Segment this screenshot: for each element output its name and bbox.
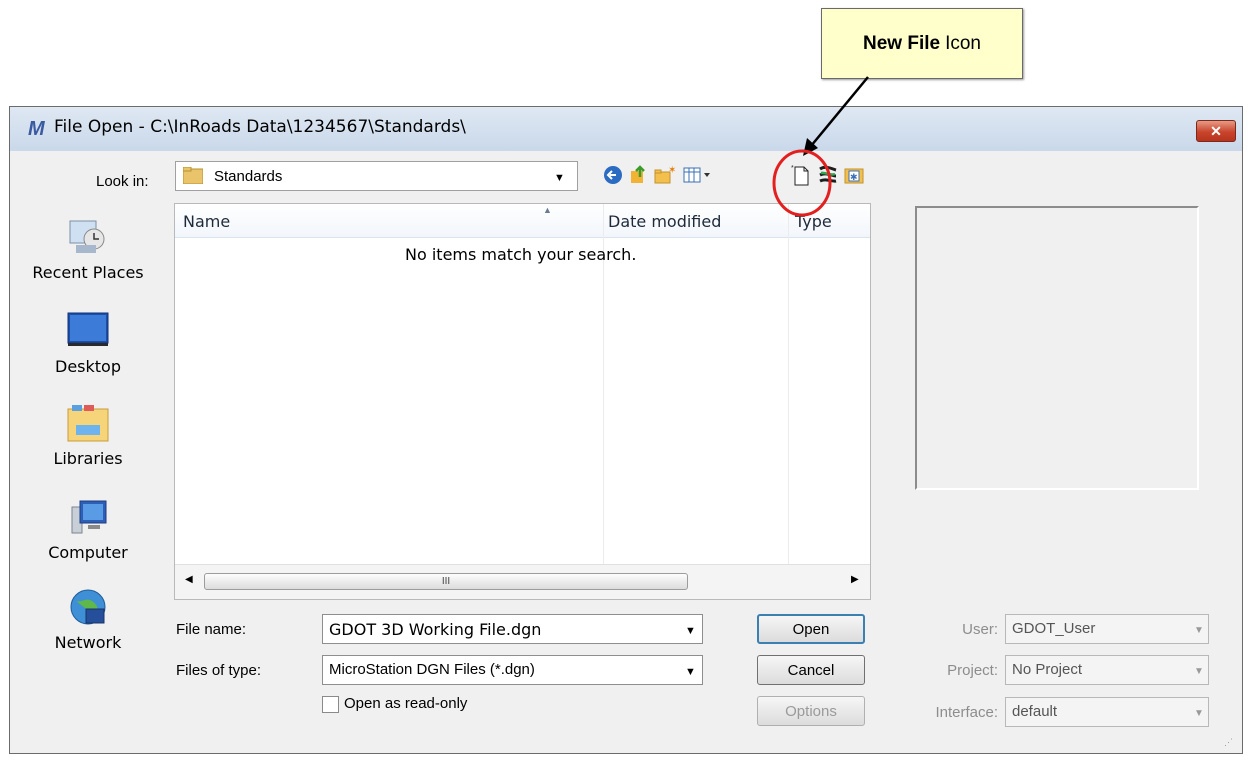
close-button[interactable]: ✕	[1196, 120, 1236, 142]
chevron-down-icon[interactable]: ▼	[1194, 625, 1204, 636]
scroll-left-icon[interactable]: ◀	[185, 574, 193, 585]
place-recent-places[interactable]: Recent Places	[18, 217, 158, 282]
files-of-type-dropdown[interactable]: MicroStation DGN Files (*.dgn) ▼	[322, 655, 703, 685]
chevron-down-icon[interactable]: ▼	[1194, 666, 1204, 677]
project-value: No Project	[1012, 661, 1083, 678]
chevron-down-icon[interactable]: ▼	[1194, 708, 1204, 719]
svg-text:*: *	[791, 165, 794, 172]
cancel-button[interactable]: Cancel	[757, 655, 865, 685]
folder-star-icon[interactable]: ✱	[844, 164, 866, 186]
preview-pane	[915, 206, 1199, 490]
place-label: Desktop	[55, 357, 121, 376]
libraries-icon	[66, 403, 110, 443]
chevron-down-icon[interactable]: ▼	[685, 666, 696, 678]
recent-places-icon	[66, 217, 110, 257]
look-in-label: Look in:	[96, 173, 149, 190]
place-network[interactable]: Network	[18, 587, 158, 652]
microstation-app-icon: M	[28, 118, 45, 140]
place-label: Network	[54, 633, 122, 652]
look-in-value: Standards	[214, 168, 283, 185]
user-value: GDOT_User	[1012, 620, 1096, 637]
file-name-input[interactable]: GDOT 3D Working File.dgn ▼	[322, 614, 703, 644]
user-dropdown[interactable]: GDOT_User ▼	[1005, 614, 1209, 644]
interface-value: default	[1012, 703, 1058, 720]
column-separator	[788, 204, 789, 599]
view-menu-icon[interactable]	[682, 164, 714, 186]
read-only-checkbox[interactable]	[322, 696, 339, 713]
column-header-name[interactable]: Name	[183, 212, 230, 231]
new-folder-icon[interactable]: ✶	[654, 164, 676, 186]
options-button[interactable]: Options	[757, 696, 865, 726]
project-label: Project:	[947, 662, 998, 679]
place-desktop[interactable]: Desktop	[18, 311, 158, 376]
microstation-icon[interactable]	[817, 164, 839, 186]
scroll-thumb[interactable]: III	[204, 573, 688, 590]
column-header-type[interactable]: Type	[795, 212, 832, 231]
folder-icon	[183, 167, 203, 184]
project-dropdown[interactable]: No Project ▼	[1005, 655, 1209, 685]
look-in-dropdown[interactable]: Standards ▼	[175, 161, 578, 191]
place-label: Recent Places	[32, 263, 144, 282]
files-of-type-value: MicroStation DGN Files (*.dgn)	[329, 661, 535, 678]
read-only-label[interactable]: Open as read-only	[344, 695, 467, 712]
chevron-down-icon[interactable]: ▼	[554, 172, 565, 184]
back-icon[interactable]	[602, 164, 624, 186]
scroll-right-icon[interactable]: ▶	[851, 574, 859, 585]
column-header-date-modified[interactable]: Date modified	[608, 212, 721, 231]
place-label: Libraries	[53, 449, 123, 468]
place-label: Computer	[48, 543, 128, 562]
up-folder-icon[interactable]	[627, 164, 649, 186]
title-bar[interactable]: M File Open - C:\InRoads Data\1234567\St…	[10, 107, 1242, 151]
desktop-icon	[66, 311, 110, 351]
file-list[interactable]: Name ▲ Date modified Type No items match…	[174, 203, 871, 600]
svg-text:✱: ✱	[850, 172, 858, 182]
place-computer[interactable]: Computer	[18, 497, 158, 562]
files-of-type-label: Files of type:	[176, 662, 262, 679]
network-icon	[66, 587, 110, 627]
computer-icon	[66, 497, 110, 537]
new-file-icon[interactable]: *	[790, 164, 812, 186]
svg-text:✶: ✶	[668, 165, 676, 176]
file-name-label: File name:	[176, 621, 247, 638]
callout-text: Icon	[945, 32, 981, 54]
file-name-value[interactable]: GDOT 3D Working File.dgn	[329, 620, 541, 639]
interface-label: Interface:	[935, 704, 998, 721]
horizontal-scrollbar[interactable]: ◀ III ▶	[175, 564, 870, 599]
open-button[interactable]: Open	[757, 614, 865, 644]
interface-dropdown[interactable]: default ▼	[1005, 697, 1209, 727]
callout-bold-text: New File	[863, 32, 941, 54]
empty-message: No items match your search.	[405, 245, 637, 264]
chevron-down-icon[interactable]: ▼	[685, 625, 696, 637]
sort-arrow-icon: ▲	[543, 205, 552, 215]
dialog-title: File Open - C:\InRoads Data\1234567\Stan…	[54, 117, 466, 137]
callout-box: New File Icon	[821, 8, 1023, 79]
file-open-dialog: M File Open - C:\InRoads Data\1234567\St…	[9, 106, 1243, 754]
resize-grip-icon[interactable]: ⋰	[1224, 737, 1233, 748]
place-libraries[interactable]: Libraries	[18, 403, 158, 468]
list-header: Name ▲ Date modified Type	[175, 204, 870, 238]
user-label: User:	[962, 621, 998, 638]
